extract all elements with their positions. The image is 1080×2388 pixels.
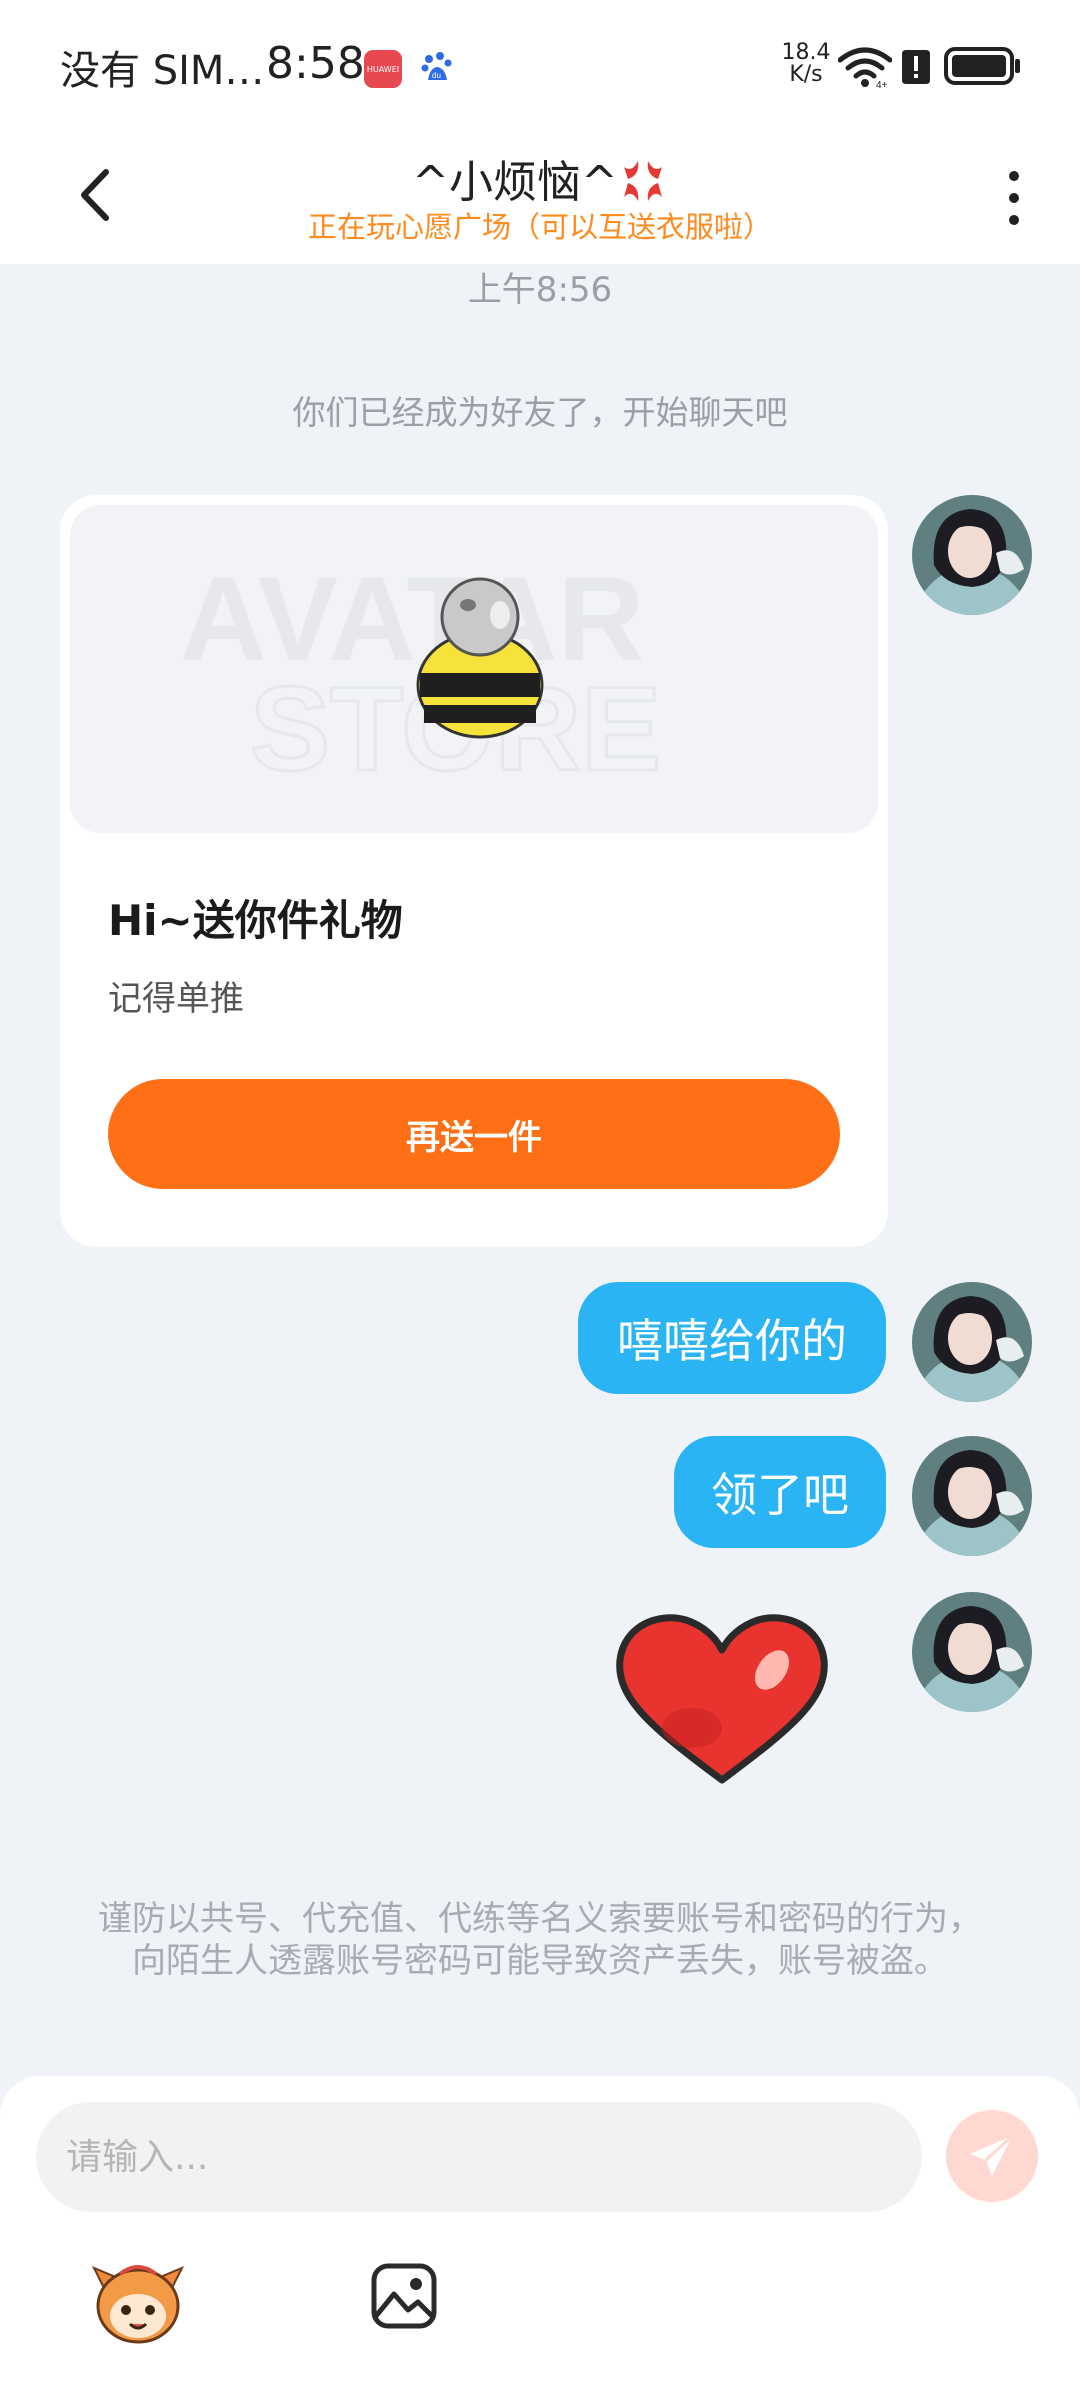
avatar-image bbox=[912, 1592, 1032, 1712]
anger-icon bbox=[623, 161, 662, 201]
chat-bubble[interactable]: 领了吧 bbox=[674, 1436, 886, 1548]
gift-title: Hi~送你件礼物 bbox=[108, 896, 403, 945]
network-speed-value: 18.4 bbox=[781, 40, 831, 65]
carrier-label: 没有 SIM… bbox=[60, 48, 265, 94]
user-avatar[interactable] bbox=[912, 495, 1032, 615]
gift-description: 记得单推 bbox=[108, 979, 244, 1019]
gift-illustration: AVATAR STORE bbox=[180, 552, 663, 798]
image-picker-button[interactable] bbox=[368, 2260, 440, 2332]
chat-bubble[interactable]: 嘻嘻给你的 bbox=[578, 1282, 886, 1394]
network-speed-unit: K/s bbox=[789, 62, 823, 87]
input-panel bbox=[0, 2076, 1080, 2388]
svg-text:4+: 4+ bbox=[876, 80, 888, 90]
security-warning: 谨防以共号、代充值、代练等名义索要账号和密码的行为，向陌生人透露账号密码可能导致… bbox=[98, 1899, 982, 1981]
mascot-emoji-button[interactable] bbox=[90, 2258, 186, 2348]
network-speed: 18.4 K/s bbox=[780, 42, 832, 86]
chat-bubble-text: 嘻嘻给你的 bbox=[617, 1314, 847, 1368]
avatar-image bbox=[912, 1436, 1032, 1556]
system-message: 你们已经成为好友了，开始聊天吧 bbox=[292, 393, 788, 432]
chat-title-text: ^小烦恼^ bbox=[412, 157, 618, 208]
more-options-button[interactable] bbox=[996, 164, 1032, 234]
svg-text:du: du bbox=[432, 71, 441, 80]
avatar-image bbox=[912, 1282, 1032, 1402]
user-avatar[interactable] bbox=[912, 1436, 1032, 1556]
chat-title: ^小烦恼^ bbox=[0, 146, 1080, 210]
status-time: 8:58 bbox=[266, 38, 365, 89]
user-avatar[interactable] bbox=[912, 1282, 1032, 1402]
send-icon bbox=[970, 2134, 1014, 2176]
send-button[interactable] bbox=[946, 2110, 1038, 2202]
chat-bubble-text: 领了吧 bbox=[711, 1468, 849, 1522]
gift-card[interactable]: AVATAR STORE Hi~送你件礼物 记得单推 再送一件 bbox=[60, 495, 888, 1247]
heart-sticker[interactable] bbox=[612, 1608, 832, 1788]
baidu-icon: du bbox=[421, 52, 452, 80]
gift-image: AVATAR STORE bbox=[70, 505, 878, 833]
wifi-icon: 4+ bbox=[838, 47, 892, 90]
battery-icon bbox=[944, 47, 1020, 85]
status-bar: 没有 SIM… 8:58 HUAWEI du 18.4 K/s 4+ bbox=[0, 0, 1080, 130]
avatar-image bbox=[912, 495, 1032, 615]
chat-header: ^小烦恼^ 正在玩心愿广场（可以互送衣服啦） bbox=[0, 130, 1080, 264]
alert-icon bbox=[902, 50, 930, 84]
message-input[interactable] bbox=[36, 2102, 922, 2212]
huawei-store-icon: HUAWEI bbox=[364, 50, 402, 88]
chat-subtitle: 正在玩心愿广场（可以互送衣服啦） bbox=[307, 210, 772, 244]
user-avatar[interactable] bbox=[912, 1592, 1032, 1712]
message-timestamp: 上午8:56 bbox=[467, 270, 613, 310]
resend-gift-button[interactable]: 再送一件 bbox=[108, 1079, 840, 1189]
